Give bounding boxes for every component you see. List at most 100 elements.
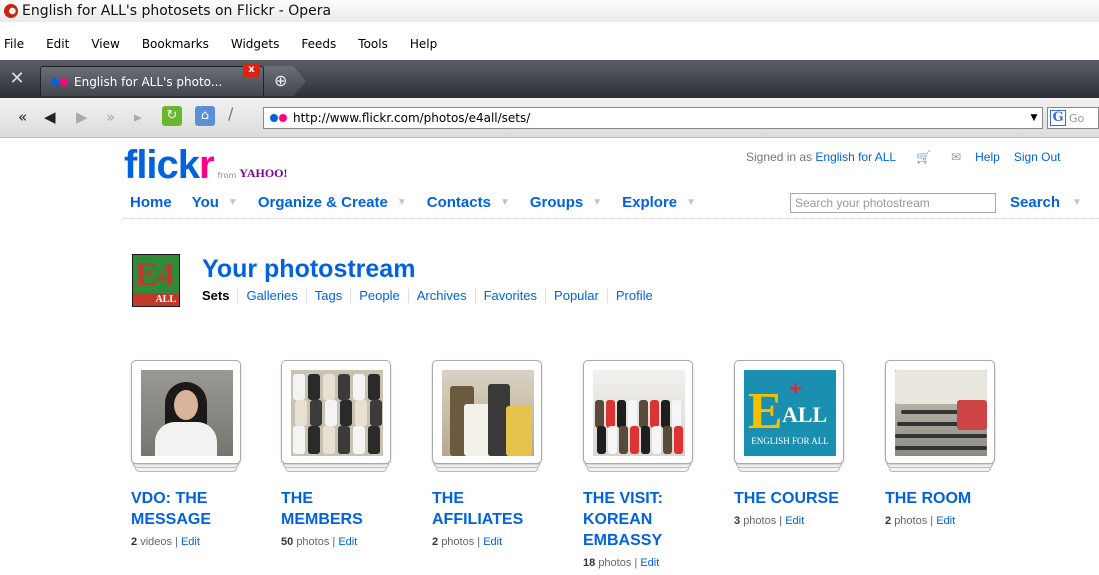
set-edit-link[interactable]: Edit	[936, 515, 955, 527]
flickr-logo[interactable]: flickr from YAHOO!	[124, 143, 288, 187]
photo-figure	[370, 400, 382, 426]
photo-figure	[597, 426, 606, 454]
set-thumbnail[interactable]	[281, 360, 391, 474]
set-edit-link[interactable]: Edit	[483, 536, 502, 548]
set-edit-link[interactable]: Edit	[785, 515, 804, 527]
cart-icon[interactable]: 🛒	[916, 150, 931, 164]
address-toolbar: « ◀ ▶ » ▸ ↻ ⌂ / http://www.flickr.com/ph…	[0, 98, 1099, 138]
nav-organize[interactable]: Organize & Create ▼	[258, 194, 407, 211]
back-icon[interactable]: ◀	[44, 108, 56, 126]
set-cover-photo[interactable]	[442, 370, 534, 456]
tab-bar: ✕ English for ALL's photo... x ⊕	[0, 60, 1099, 98]
photo-figure	[293, 426, 305, 454]
nav-explore[interactable]: Explore ▼	[622, 194, 696, 211]
subnav-sets[interactable]: Sets	[202, 289, 239, 303]
set-title[interactable]: THE COURSE	[734, 488, 874, 509]
yahoo-logo: YAHOO!	[239, 166, 288, 180]
menu-bookmarks[interactable]: Bookmarks	[142, 37, 209, 51]
menu-help[interactable]: Help	[410, 37, 437, 51]
set-cover-photo[interactable]	[141, 370, 233, 456]
chevron-down-icon[interactable]: ▼	[228, 197, 238, 208]
photo-figure	[308, 374, 320, 400]
stop-icon[interactable]: ▸	[134, 108, 142, 126]
tab-close-icon[interactable]: x	[243, 63, 260, 77]
set-thumbnail[interactable]	[131, 360, 241, 474]
menu-tools[interactable]: Tools	[358, 37, 388, 51]
chevron-down-icon[interactable]: ▼	[500, 197, 510, 208]
subnav-tags[interactable]: Tags	[315, 289, 352, 303]
set-title[interactable]: THE ROOM	[885, 488, 1025, 509]
chevron-down-icon[interactable]: ▼	[592, 197, 602, 208]
set-edit-link[interactable]: Edit	[640, 557, 659, 569]
mail-icon[interactable]: ✉	[951, 150, 961, 164]
url-dropdown-icon[interactable]: ▼	[1025, 107, 1043, 129]
chevron-down-icon[interactable]: ▼	[1072, 197, 1082, 208]
set-thumbnail[interactable]	[885, 360, 995, 474]
menu-edit[interactable]: Edit	[46, 37, 69, 51]
photo-figure	[641, 426, 650, 454]
tools-icon[interactable]: ✕	[6, 68, 28, 90]
set-meta: 2 photos | Edit	[432, 536, 503, 548]
user-bar: Signed in as English for ALL 🛒 ✉ Help Si…	[746, 150, 1061, 164]
photo-figure	[595, 400, 604, 428]
subnav-people[interactable]: People	[359, 289, 409, 303]
search-button[interactable]: Search ▼	[1010, 194, 1082, 211]
photo-figure	[323, 374, 335, 400]
sign-out-link[interactable]: Sign Out	[1014, 150, 1061, 164]
set-edit-link[interactable]: Edit	[338, 536, 357, 548]
flickr-favicon-icon	[51, 77, 68, 86]
menu-file[interactable]: File	[4, 37, 24, 51]
set-title[interactable]: THE AFFILIATES	[432, 488, 572, 530]
set-cover-photo[interactable]	[291, 370, 383, 456]
set-thumbnail[interactable]	[432, 360, 542, 474]
fast-forward-icon[interactable]: »	[106, 108, 115, 126]
photo-figure	[639, 400, 648, 428]
url-field[interactable]: http://www.flickr.com/photos/e4all/sets/	[263, 107, 1043, 129]
google-icon: G	[1050, 110, 1066, 126]
forward-icon[interactable]: ▶	[76, 108, 88, 126]
photostream-subnav: Sets Galleries Tags People Archives Favo…	[202, 289, 669, 303]
subnav-profile[interactable]: Profile	[616, 289, 661, 303]
chevron-down-icon[interactable]: ▼	[686, 197, 696, 208]
set-cover-photo[interactable]	[593, 370, 685, 456]
new-tab-icon[interactable]: ⊕	[264, 66, 306, 96]
logo-r: r	[199, 143, 215, 187]
photo-figure	[368, 374, 380, 400]
help-link[interactable]: Help	[975, 150, 1000, 164]
url-text: http://www.flickr.com/photos/e4all/sets/	[293, 111, 531, 125]
rewind-icon[interactable]: «	[18, 108, 27, 126]
nav-contacts[interactable]: Contacts ▼	[427, 194, 510, 211]
user-link[interactable]: English for ALL	[815, 150, 896, 164]
subnav-popular[interactable]: Popular	[554, 289, 608, 303]
google-search-field[interactable]: G Go	[1047, 107, 1099, 129]
subnav-favorites[interactable]: Favorites	[484, 289, 547, 303]
buddy-icon[interactable]: E4 ALL	[132, 254, 180, 307]
chevron-down-icon[interactable]: ▼	[397, 197, 407, 208]
photo-figure	[325, 400, 337, 426]
page-title[interactable]: Your photostream	[202, 255, 415, 284]
menu-view[interactable]: View	[91, 37, 119, 51]
nav-you[interactable]: You ▼	[192, 194, 238, 211]
subnav-galleries[interactable]: Galleries	[246, 289, 307, 303]
photostream-search-input[interactable]: Search your photostream	[790, 193, 996, 213]
reload-icon[interactable]: ↻	[162, 106, 182, 126]
course-cover-subtitle: ENGLISH FOR ALL	[751, 436, 829, 446]
menu-widgets[interactable]: Widgets	[231, 37, 280, 51]
set-cover-photo[interactable]	[895, 370, 987, 456]
set-title[interactable]: THE VISIT: KOREAN EMBASSY	[583, 488, 723, 551]
nav-home[interactable]: Home	[130, 194, 172, 211]
set-thumbnail[interactable]: + E ALL ENGLISH FOR ALL	[734, 360, 844, 474]
nav-groups[interactable]: Groups ▼	[530, 194, 602, 211]
signed-in-prefix: Signed in as	[746, 150, 813, 164]
set-cover-photo[interactable]: + E ALL ENGLISH FOR ALL	[744, 370, 836, 456]
menu-feeds[interactable]: Feeds	[301, 37, 336, 51]
photo-figure	[308, 426, 320, 454]
set-title[interactable]: VDO: THE MESSAGE	[131, 488, 271, 530]
set-thumbnail[interactable]	[583, 360, 693, 474]
subnav-archives[interactable]: Archives	[417, 289, 476, 303]
tab-flickr[interactable]: English for ALL's photo... x	[40, 63, 264, 96]
wand-icon[interactable]: /	[228, 104, 233, 123]
set-edit-link[interactable]: Edit	[181, 536, 200, 548]
set-title[interactable]: THE MEMBERS	[281, 488, 421, 530]
home-icon[interactable]: ⌂	[195, 106, 215, 126]
